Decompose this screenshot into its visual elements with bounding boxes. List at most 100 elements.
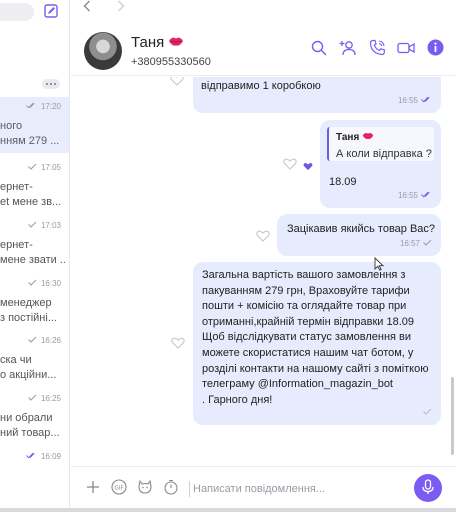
plus-icon (86, 480, 100, 497)
react-button[interactable] (255, 229, 271, 245)
check-icon (28, 221, 37, 230)
timer-button[interactable] (163, 479, 179, 498)
chat-time: 16:25 (40, 394, 61, 403)
sticker-button[interactable] (137, 479, 153, 498)
search-icon (311, 40, 327, 59)
compose-icon (44, 3, 58, 21)
chevron-left-icon (83, 0, 91, 15)
lips-icon (168, 34, 184, 51)
chevron-right-icon (117, 0, 125, 15)
chat-list-item[interactable]: 17:03 ернет-мене звати ... (0, 216, 69, 272)
timer-icon (163, 479, 179, 498)
heart-icon (303, 160, 313, 171)
check-icon (28, 163, 37, 172)
info-icon (427, 39, 444, 59)
chat-header: Таня +380955330560 (71, 20, 456, 76)
message-bubble[interactable]: Загальна вартість вашого замовлення з па… (193, 262, 441, 425)
chat-preview: ернет-et мене зв... (0, 181, 62, 208)
chat-list-item[interactable]: 16:30 менеджер з постійні... (0, 274, 69, 330)
reply-author: Таня (336, 130, 434, 145)
message-bubble[interactable]: Таня А коли відправка ? 18.09 16:55 (320, 120, 441, 208)
window-bottom-edge (0, 508, 456, 512)
add-participant-icon (339, 39, 357, 60)
reply-quote[interactable]: Таня А коли відправка ? (327, 127, 434, 161)
message-text: Загальна вартість вашого замовлення з па… (202, 269, 429, 406)
message-text: 18.09 (329, 176, 357, 188)
double-check-icon (26, 102, 37, 111)
message-meta (423, 405, 432, 420)
more-icon[interactable] (42, 79, 60, 89)
chat-list: 17:20 ного нням 279 ... 17:05 ернет-et ме… (0, 0, 70, 508)
lips-icon (362, 130, 374, 145)
attach-button[interactable] (85, 480, 101, 496)
svg-text:GIF: GIF (114, 485, 123, 491)
header-actions (310, 39, 444, 59)
history-navigation (80, 0, 128, 14)
gif-button[interactable]: GIF (111, 478, 127, 498)
chat-preview: менеджер з постійні... (0, 297, 57, 324)
double-check-icon (421, 188, 432, 203)
message-meta: 16:57 (400, 236, 432, 251)
check-icon (28, 336, 37, 345)
message-text: відправимо 1 коробкою (201, 80, 321, 92)
heart-outline-icon (256, 230, 270, 245)
video-call-button[interactable] (397, 40, 415, 58)
message-bubble[interactable]: Зацікавив якийсь товар Вас? 16:57 (277, 214, 441, 256)
contact-name[interactable]: Таня (131, 34, 184, 51)
chat-preview: ска чи о акційни... (0, 354, 57, 381)
search-button[interactable] (310, 40, 328, 58)
sticker-icon (137, 479, 153, 498)
double-check-icon (421, 93, 432, 108)
chat-search-input[interactable] (0, 3, 34, 21)
check-icon (28, 279, 37, 288)
chat-preview: ни обрали ний товар... (0, 412, 60, 439)
video-icon (397, 41, 415, 58)
divider (189, 481, 190, 497)
chat-time: 16:26 (40, 336, 61, 345)
chat-time: 17:03 (40, 221, 61, 230)
gif-icon: GIF (111, 478, 127, 498)
microphone-icon (422, 478, 434, 498)
message-meta: 16:55 (398, 93, 432, 108)
contact-phone: +380955330560 (131, 56, 211, 68)
call-icon (369, 39, 386, 59)
double-check-icon (26, 452, 37, 461)
chat-list-item[interactable]: 16:26 ска чи о акційни... (0, 331, 69, 387)
heart-outline-icon (283, 158, 297, 173)
back-button[interactable] (80, 0, 94, 14)
chat-time: 17:20 (40, 102, 61, 111)
chat-list-item[interactable]: 16:25 ни обрали ний товар... (0, 389, 69, 445)
message-area: відправимо 1 коробкою 16:55 Таня А коли … (71, 77, 456, 466)
avatar[interactable] (84, 32, 122, 70)
info-button[interactable] (426, 39, 444, 59)
chat-preview: ернет-мене звати ... (0, 239, 66, 266)
react-button[interactable] (282, 157, 298, 173)
message-input[interactable] (193, 479, 403, 499)
compose-button[interactable] (42, 3, 60, 21)
chat-time: 16:30 (40, 279, 61, 288)
react-button[interactable] (169, 77, 185, 89)
message-meta: 16:55 (398, 188, 432, 203)
chat-list-item[interactable]: 17:05 ернет-et мене зв... (0, 158, 69, 214)
chat-time: 17:05 (40, 163, 61, 172)
message-bubble[interactable]: відправимо 1 коробкою 16:55 (193, 77, 441, 113)
add-participant-button[interactable] (339, 40, 357, 58)
check-icon (28, 394, 37, 403)
mouse-cursor-icon (374, 256, 385, 271)
forward-button[interactable] (114, 0, 128, 14)
react-button[interactable] (170, 336, 186, 352)
chat-preview: ного нням 279 ... (0, 120, 60, 147)
chat-list-item[interactable]: 16:09 (0, 447, 69, 503)
chat-list-item[interactable]: 17:20 ного нням 279 ... (0, 97, 69, 153)
check-icon (423, 405, 432, 420)
chat-time: 16:09 (40, 452, 61, 461)
heart-outline-icon (171, 337, 185, 352)
message-text: Зацікавив якийсь товар Вас? (287, 223, 436, 235)
heart-outline-icon (170, 77, 184, 89)
scrollbar[interactable] (451, 377, 454, 455)
composer: GIF (71, 466, 456, 508)
voice-message-button[interactable] (414, 474, 442, 502)
check-icon (423, 236, 432, 251)
reply-text: А коли відправка ? (336, 148, 432, 160)
call-button[interactable] (368, 39, 386, 59)
